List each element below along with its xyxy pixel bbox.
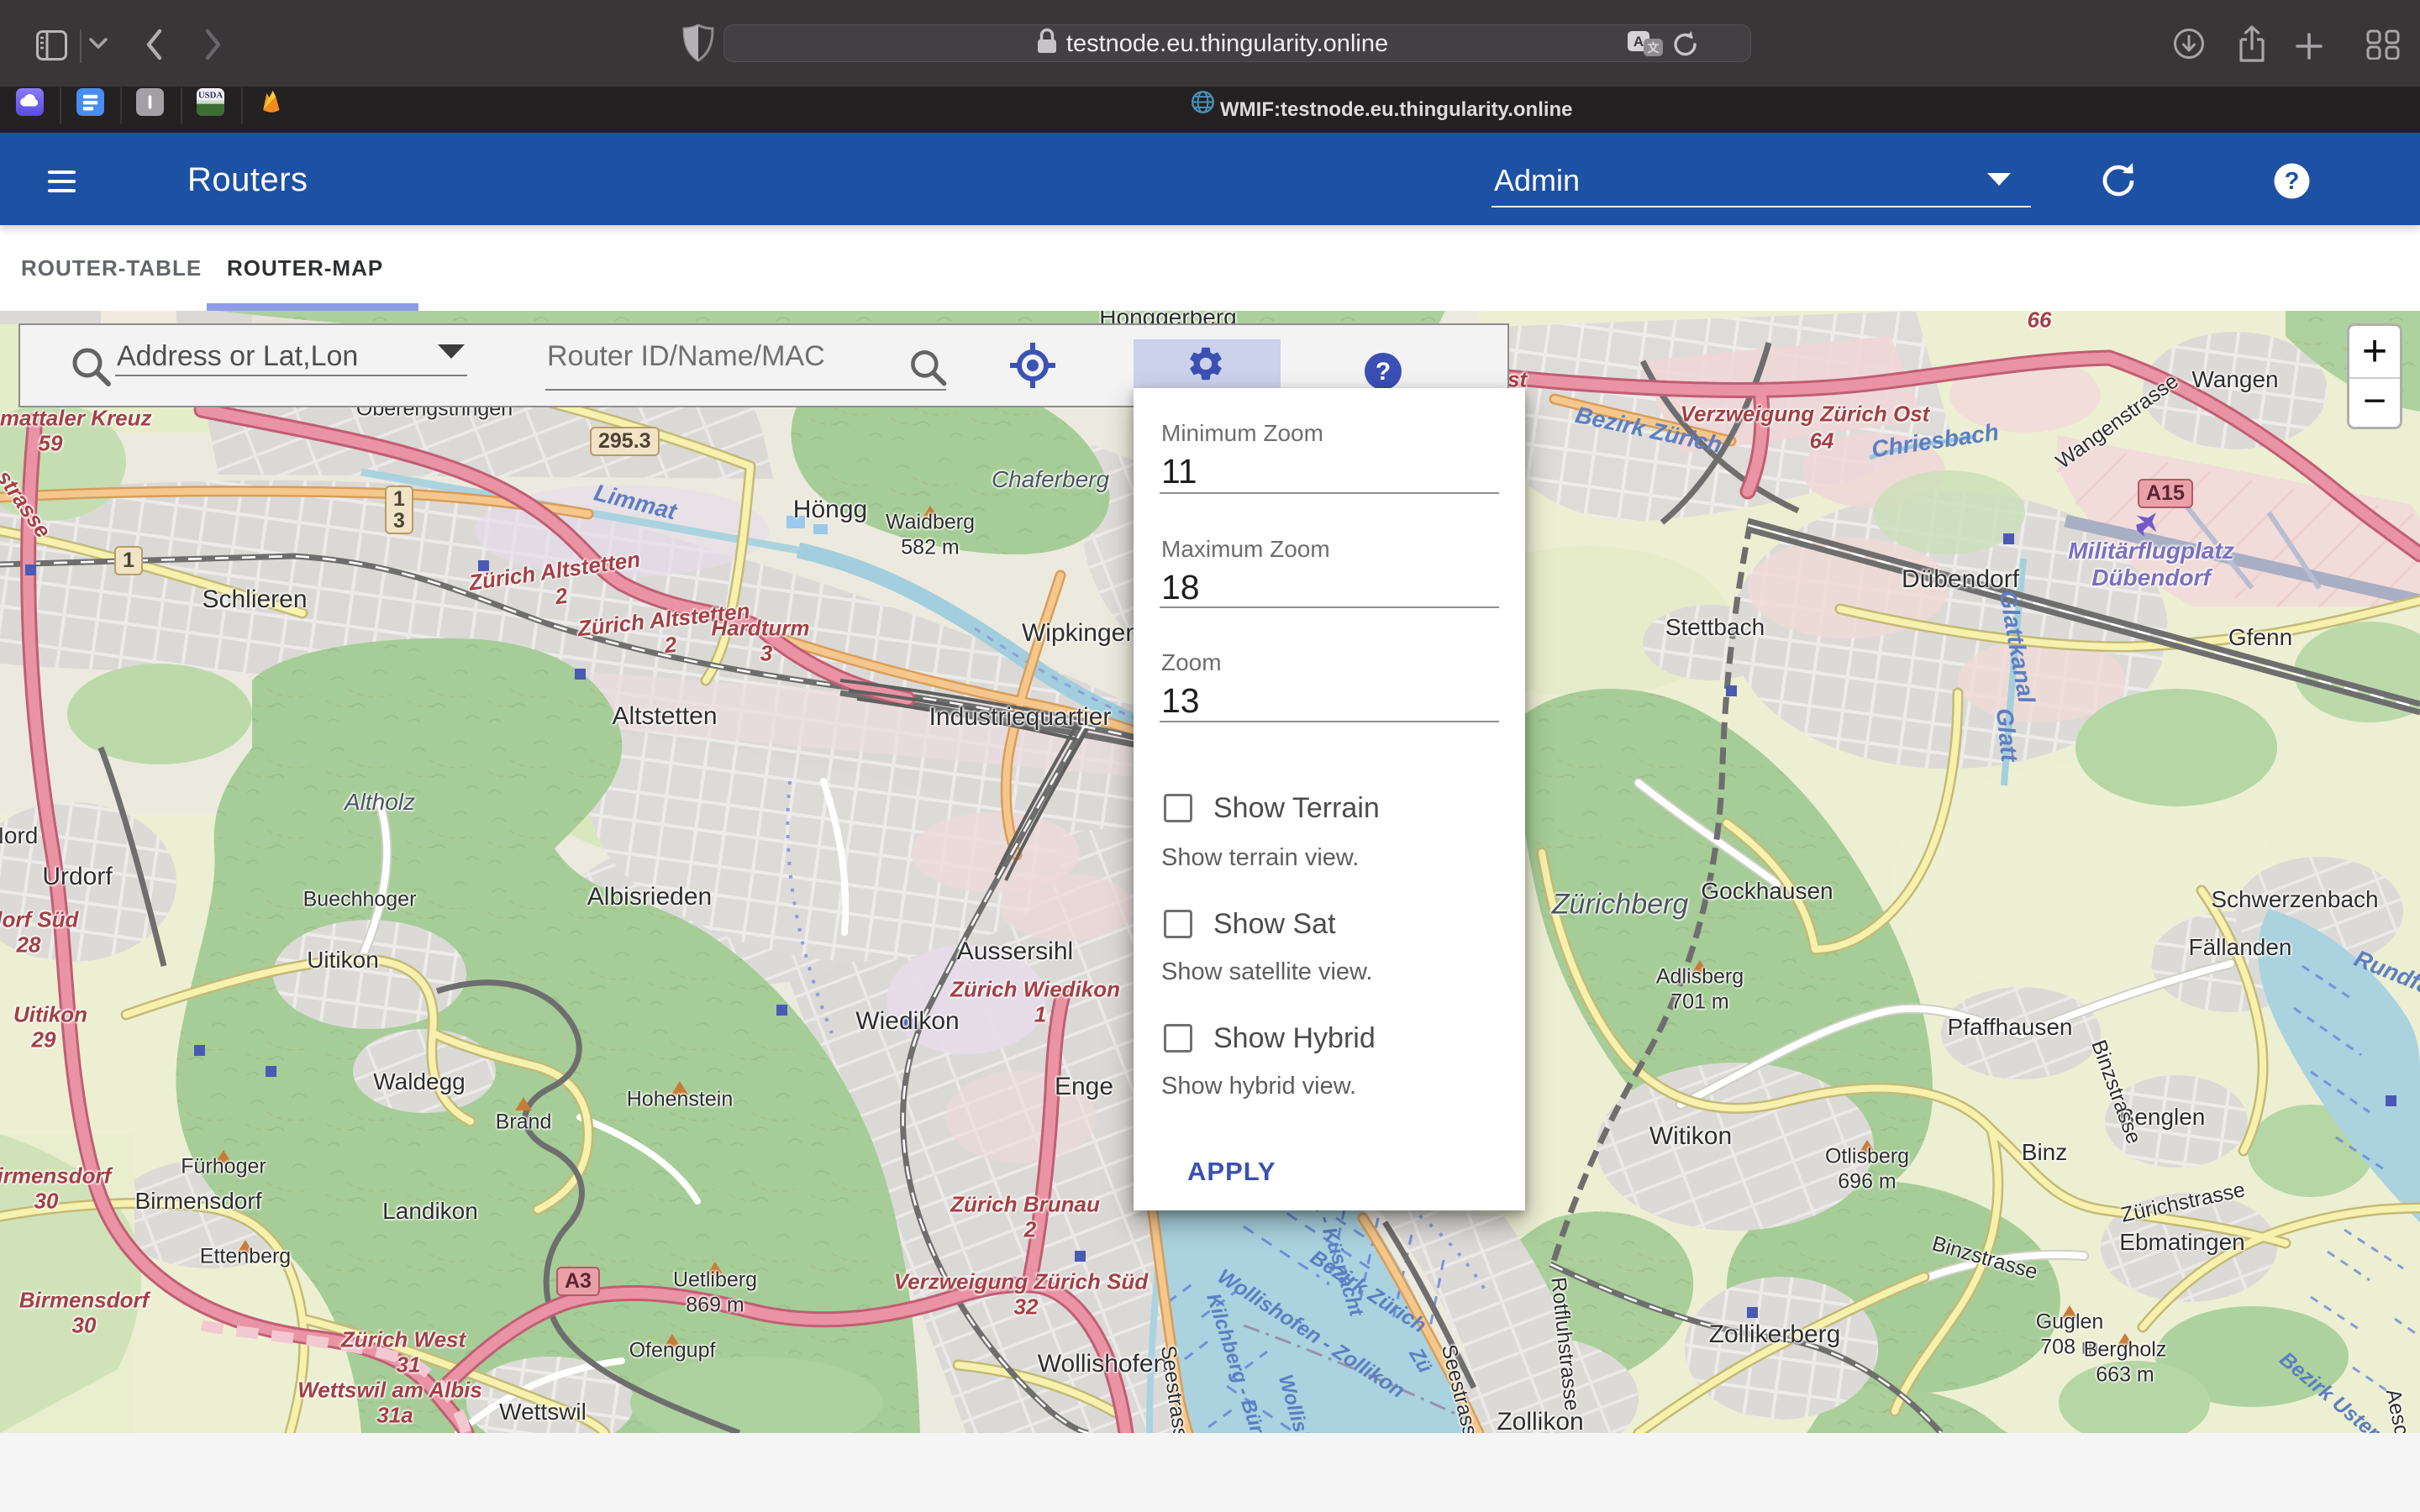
svg-text:A: A (1634, 34, 1644, 50)
svg-text:文: 文 (1648, 41, 1660, 55)
svg-text:?: ? (1376, 358, 1391, 386)
svg-text:USDA: USDA (198, 90, 224, 100)
svg-text:?: ? (2285, 168, 2300, 195)
